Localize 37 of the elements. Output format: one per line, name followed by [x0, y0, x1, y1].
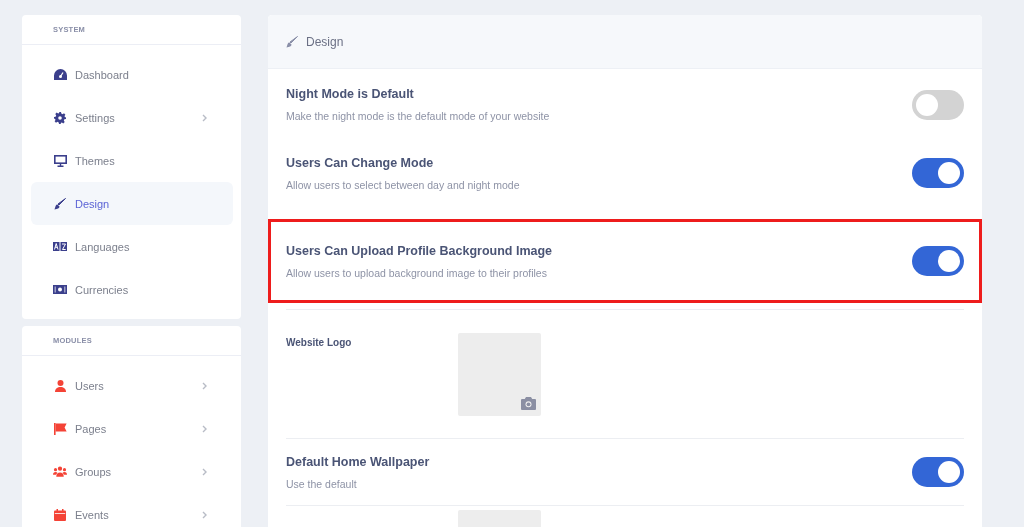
sidebar-item[interactable]: Dashboard [31, 53, 233, 96]
setting-title: Users Can Upload Profile Background Image [286, 243, 554, 258]
calendar-icon [54, 508, 66, 521]
setting-description: Allow users to upload background image to their profiles [286, 266, 548, 279]
sidebar-item[interactable]: Pages [31, 407, 233, 450]
setting-description: Make the night mode is the default mode of your website [286, 110, 551, 122]
user-icon [54, 379, 66, 392]
sidebar-item[interactable]: Languages [31, 225, 233, 268]
gear-icon [54, 111, 66, 124]
field-label: Website Logo [286, 336, 353, 348]
setting-title: Users Can Change Mode [286, 155, 435, 170]
setting-description: Use the default [286, 477, 358, 490]
banknote-icon [53, 285, 67, 294]
toggle-switch[interactable] [912, 158, 964, 188]
toggle-switch[interactable] [912, 246, 964, 276]
flag-icon [53, 422, 67, 435]
brush-icon [54, 197, 66, 210]
sidebar-item[interactable]: Settings [31, 96, 233, 139]
sidebar-item[interactable]: Themes [31, 139, 233, 182]
camera-icon [521, 397, 536, 410]
toggle-switch[interactable] [912, 89, 964, 120]
setting-title: Default Home Wallpaper [286, 454, 431, 469]
group-icon [53, 466, 67, 477]
sidebar-item[interactable]: Users [31, 364, 233, 407]
toggle-switch[interactable] [912, 457, 964, 487]
brush-icon [286, 35, 298, 48]
image-upload-box[interactable] [458, 333, 541, 416]
sidebar-item[interactable]: Currencies [31, 268, 233, 311]
dashboard-icon [53, 69, 67, 80]
setting-title: Night Mode is Default [286, 87, 415, 101]
sidebar-item[interactable]: Events [31, 493, 233, 527]
language-icon [53, 242, 67, 251]
panel-title: Design [306, 34, 344, 49]
setting-description: Allow users to select between day and night mode [286, 178, 521, 191]
monitor-icon [53, 154, 67, 167]
sidebar-item[interactable]: Design [31, 182, 233, 225]
sidebar-item[interactable]: Groups [31, 450, 233, 493]
